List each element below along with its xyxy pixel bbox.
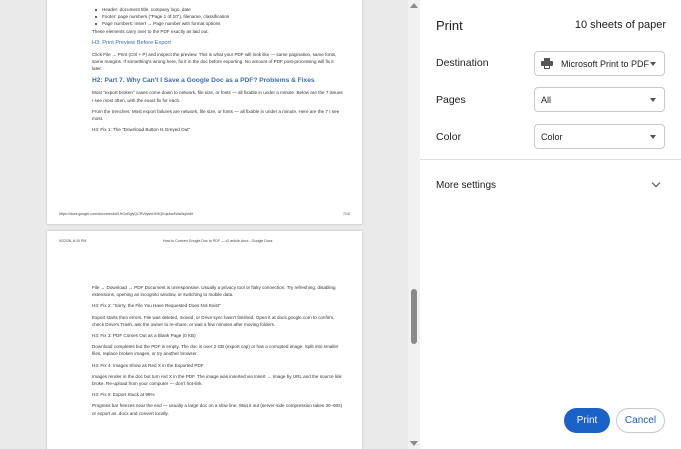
preview-scrollbar[interactable] [408,0,420,449]
scroll-up-arrow-icon[interactable] [410,3,418,8]
paragraph: H3: Fix 2: "Sorry, the File You Have Req… [92,303,221,309]
list-item: Footer: page numbers ("Page 1 of 10"), f… [92,13,344,20]
divider [420,159,681,160]
pages-value: All [541,94,552,105]
paragraph: File → Download → PDF Document is unresp… [92,285,336,298]
page-header-title: How to Convert Google Doc to PDF — v2 ar… [163,239,273,243]
preview-page-8: 9/22/26, 6:10 PM How to Convert Google D… [47,231,362,449]
paragraph: Export starts then errors. File was dele… [92,314,335,327]
color-select[interactable]: Color [534,124,665,149]
paragraph: H3: Fix 1: The "Download Button Is Greye… [92,127,191,133]
page-footer-number: 7/10 [343,212,350,216]
heading: H3: Print Preview Before Export [92,39,171,46]
print-button[interactable]: Print [564,408,610,433]
paragraph: H3: Fix 5: Export Stuck at 99% [92,392,155,398]
paragraph: Click File → Print (Ctrl + P) and inspec… [92,51,337,72]
pages-label: Pages [436,94,466,106]
list-item: Page numbers: Insert → Page number with … [92,20,344,27]
chevron-down-icon [650,62,656,66]
print-settings-panel: Print 10 sheets of paper Destination Mic… [420,0,681,449]
paragraph: These elements carry over to the PDF exa… [92,28,209,34]
paragraph: H3: Fix 4: Images Show as Red X in the E… [92,362,204,368]
paragraph: Download completes but the PDF is empty.… [92,344,339,357]
color-label: Color [436,131,462,143]
heading: H2: Part 7. Why Can't I Save a Google Do… [92,77,315,85]
chevron-down-icon [650,135,656,139]
more-settings-toggle[interactable]: More settings [436,180,496,191]
preview-page-7: Header: document title, company logo, da… [47,0,362,224]
scrollbar-thumb[interactable] [411,289,417,344]
pages-select[interactable]: All [534,87,665,112]
sheet-count: 10 sheets of paper [574,19,666,31]
paragraph: Images render in the doc but turn red X … [92,373,342,387]
destination-label: Destination [436,57,489,69]
list-item: Header: document title, company logo, da… [92,6,344,13]
color-value: Color [541,131,563,142]
destination-select[interactable]: Microsoft Print to PDF [534,51,665,76]
printer-icon [541,58,553,69]
print-preview-area[interactable]: Header: document title, company logo, da… [0,0,408,449]
paragraph: H3: Fix 3: PDF Comes Out as a Blank Page… [92,333,196,339]
chevron-down-icon[interactable] [651,178,661,188]
cancel-button[interactable]: Cancel [616,408,665,433]
paragraph: Progress bar freezes near the end — usua… [92,403,343,416]
chevron-down-icon [650,98,656,102]
panel-title: Print [436,18,463,33]
page-footer-url: https://docs.google.com/document/d/1HGoE… [59,212,193,216]
page-body: Header: document title, company logo, da… [92,6,344,137]
paragraph: Most "export broken" cases come down to … [92,90,343,103]
page-header-date: 9/22/26, 6:10 PM [59,239,87,243]
scroll-down-arrow-icon[interactable] [410,441,418,446]
paragraph: From the trenches: Most export failures … [92,108,340,122]
page-body: File → Download → PDF Document is unresp… [92,284,344,421]
destination-value: Microsoft Print to PDF [561,58,650,69]
